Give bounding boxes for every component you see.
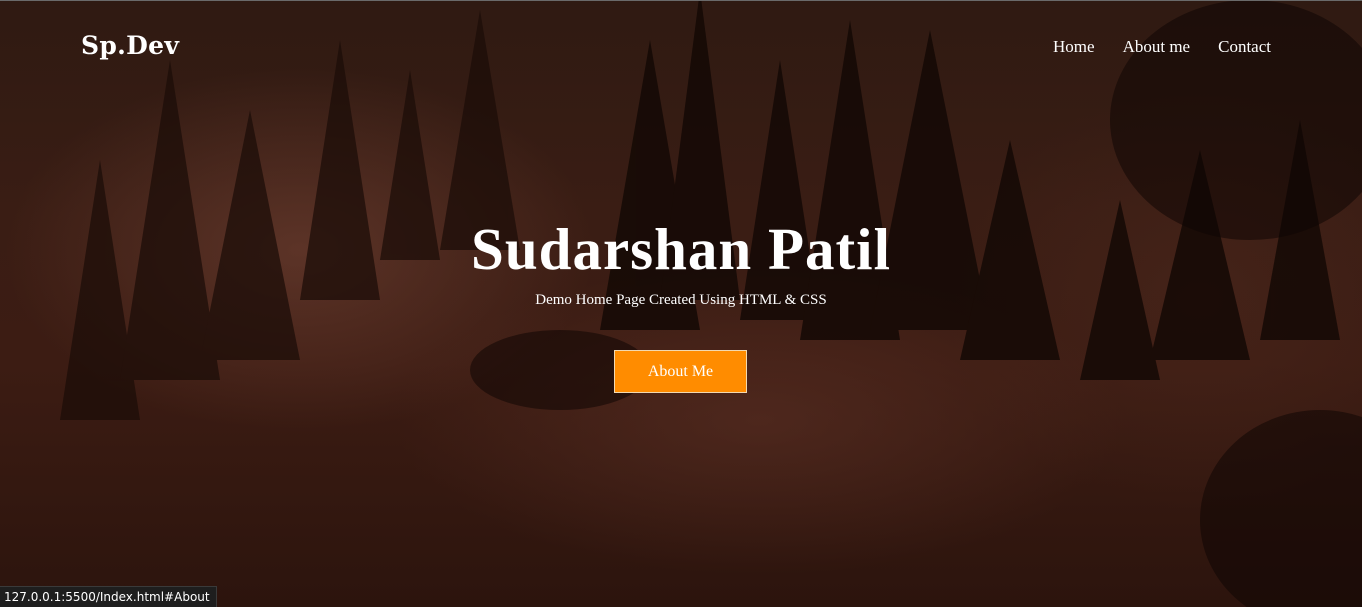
nav-link-contact[interactable]: Contact — [1218, 37, 1271, 57]
nav-link-home[interactable]: Home — [1053, 37, 1095, 57]
hero-subtitle: Demo Home Page Created Using HTML & CSS — [535, 292, 827, 308]
top-border-line — [0, 0, 1362, 1]
browser-status-url: 127.0.0.1:5500/Index.html#About — [0, 586, 217, 607]
main-nav: Home About me Contact — [1053, 37, 1271, 57]
site-logo[interactable]: Sp.Dev — [81, 31, 179, 60]
nav-link-about[interactable]: About me — [1123, 37, 1191, 57]
hero-content: Sudarshan Patil Demo Home Page Created U… — [0, 214, 1362, 309]
about-me-button[interactable]: About Me — [614, 350, 747, 393]
hero-title: Sudarshan Patil — [471, 216, 891, 282]
